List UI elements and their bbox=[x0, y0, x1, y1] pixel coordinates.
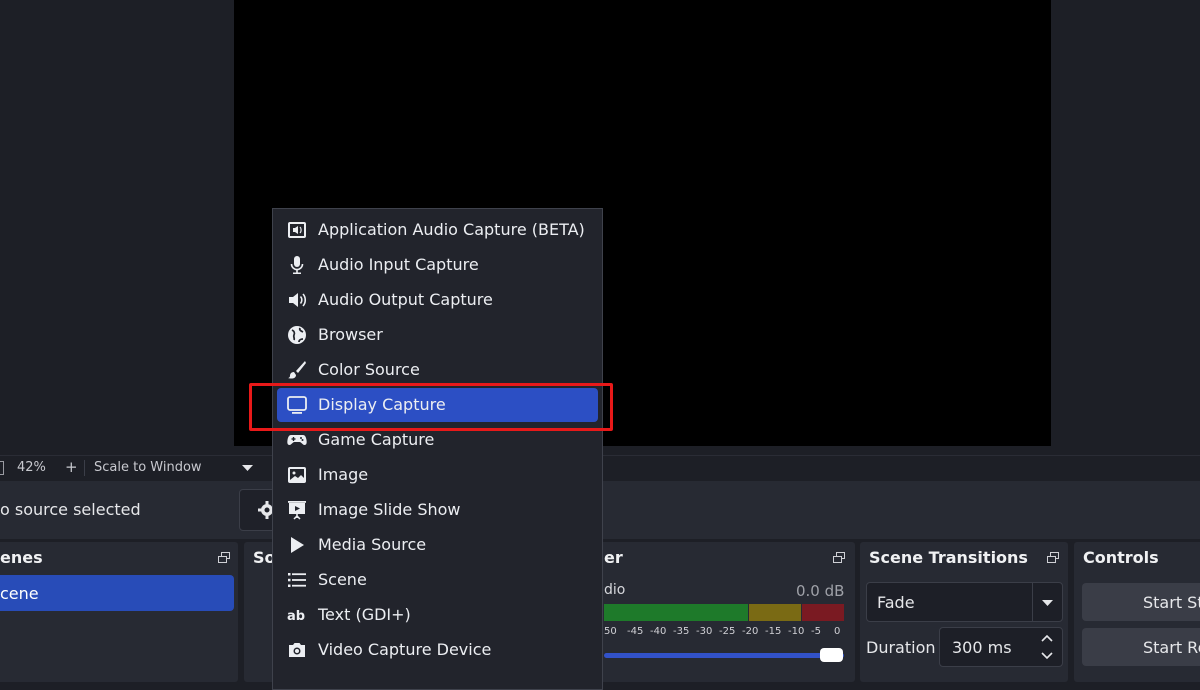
audio-mixer-dock: er dio 0.0 dB 50 -45 -40 -35 -30 -25 -20 -15 -10… bbox=[584, 542, 855, 682]
duration-label: Duration bbox=[866, 638, 936, 657]
gamepad-icon bbox=[287, 435, 307, 445]
scene-list-item[interactable]: cene bbox=[0, 575, 234, 611]
divider bbox=[1032, 583, 1033, 621]
meter-scale-label: -40 bbox=[650, 626, 667, 637]
menu-item-label: Browser bbox=[318, 325, 383, 344]
scenes-dock: enes bbox=[0, 542, 238, 682]
meter-scale-label: 50 bbox=[604, 626, 617, 637]
menu-item-image[interactable]: Image bbox=[277, 458, 598, 492]
slideshow-icon bbox=[288, 501, 306, 520]
meter-scale-label: -15 bbox=[765, 626, 782, 637]
chevron-down-icon[interactable] bbox=[1041, 652, 1053, 660]
meter-scale-label: -5 bbox=[811, 626, 821, 637]
menu-item-label: Text (GDI+) bbox=[318, 605, 411, 624]
list-icon bbox=[288, 573, 306, 587]
controls-title: Controls bbox=[1083, 548, 1159, 567]
no-source-label: o source selected bbox=[0, 500, 141, 519]
volume-slider-handle[interactable] bbox=[820, 648, 843, 662]
play-icon bbox=[291, 537, 304, 553]
duration-value: 300 ms bbox=[952, 638, 1012, 657]
meter-scale-label: -20 bbox=[742, 626, 759, 637]
undock-icon[interactable] bbox=[1047, 552, 1059, 563]
start-recording-button[interactable]: Start Re bbox=[1082, 628, 1200, 666]
menu-item-label: Audio Output Capture bbox=[318, 290, 493, 309]
highlight-box bbox=[249, 383, 613, 431]
svg-text:ab: ab bbox=[287, 609, 305, 624]
menu-item-video-capture-device[interactable]: Video Capture Device bbox=[277, 633, 598, 667]
volume-slider-track[interactable] bbox=[604, 653, 844, 658]
globe-icon bbox=[288, 326, 306, 344]
add-source-menu: Application Audio Capture (BETA) Audio I… bbox=[272, 208, 603, 690]
menu-item-application-audio-capture[interactable]: Application Audio Capture (BETA) bbox=[277, 213, 598, 247]
controls-dock: Controls Start Str Start Re bbox=[1074, 542, 1200, 682]
camera-icon bbox=[289, 643, 305, 657]
menu-item-browser[interactable]: Browser bbox=[277, 318, 598, 352]
menu-item-label: Video Capture Device bbox=[318, 640, 492, 659]
zoom-in-button[interactable]: + bbox=[65, 458, 78, 476]
start-recording-label: Start Re bbox=[1143, 638, 1200, 657]
chevron-up-icon[interactable] bbox=[1041, 634, 1053, 642]
menu-item-text-gdi[interactable]: ab Text (GDI+) bbox=[277, 598, 598, 632]
meter-scale-label: -30 bbox=[696, 626, 713, 637]
audio-mixer-title: er bbox=[604, 548, 623, 567]
undock-icon[interactable] bbox=[833, 552, 845, 563]
scene-item-label: cene bbox=[0, 584, 39, 603]
start-streaming-label: Start Str bbox=[1143, 593, 1200, 612]
menu-item-image-slide-show[interactable]: Image Slide Show bbox=[277, 493, 598, 527]
menu-item-label: Image bbox=[318, 465, 369, 484]
scenes-title: enes bbox=[0, 548, 43, 567]
menu-item-audio-input-capture[interactable]: Audio Input Capture bbox=[277, 248, 598, 282]
meter-scale-label: -35 bbox=[673, 626, 690, 637]
scale-mode-select[interactable]: Scale to Window bbox=[94, 460, 202, 475]
meter-scale-label: -25 bbox=[719, 626, 736, 637]
duration-input[interactable]: 300 ms bbox=[939, 627, 1063, 667]
track-name: dio bbox=[604, 582, 626, 598]
meter-scale: 50 -45 -40 -35 -30 -25 -20 -15 -10 -5 0 bbox=[604, 626, 844, 640]
microphone-icon bbox=[290, 256, 304, 274]
menu-item-label: Scene bbox=[318, 570, 367, 589]
chevron-down-icon bbox=[1042, 600, 1053, 606]
volume-meter bbox=[604, 604, 844, 621]
menu-item-label: Media Source bbox=[318, 535, 427, 554]
meter-scale-label: 0 bbox=[834, 626, 841, 637]
menu-item-label: Image Slide Show bbox=[318, 500, 461, 519]
menu-item-label: Audio Input Capture bbox=[318, 255, 479, 274]
menu-item-label: Game Capture bbox=[318, 430, 435, 449]
scene-transitions-title: Scene Transitions bbox=[869, 548, 1028, 567]
transition-select[interactable]: Fade bbox=[866, 582, 1063, 622]
menu-item-scene[interactable]: Scene bbox=[277, 563, 598, 597]
menu-item-audio-output-capture[interactable]: Audio Output Capture bbox=[277, 283, 598, 317]
zoom-level: 42% bbox=[17, 460, 46, 475]
undock-icon[interactable] bbox=[218, 552, 230, 563]
divider bbox=[84, 460, 85, 476]
speaker-icon bbox=[289, 293, 307, 307]
menu-item-label: Color Source bbox=[318, 360, 420, 379]
menu-item-media-source[interactable]: Media Source bbox=[277, 528, 598, 562]
menu-item-label: Application Audio Capture (BETA) bbox=[318, 220, 585, 239]
chevron-down-icon[interactable] bbox=[241, 464, 254, 472]
scene-transitions-dock: Scene Transitions Fade Duration 300 ms bbox=[860, 542, 1068, 682]
start-streaming-button[interactable]: Start Str bbox=[1082, 583, 1200, 621]
app-audio-icon bbox=[288, 222, 306, 238]
meter-scale-label: -45 bbox=[627, 626, 644, 637]
menu-item-color-source[interactable]: Color Source bbox=[277, 353, 598, 387]
transition-value: Fade bbox=[877, 593, 915, 612]
brush-icon bbox=[288, 361, 306, 379]
image-icon bbox=[288, 467, 306, 483]
meter-scale-label: -10 bbox=[788, 626, 805, 637]
track-level: 0.0 dB bbox=[796, 582, 845, 600]
text-icon: ab bbox=[287, 609, 305, 624]
zoom-box-icon[interactable] bbox=[0, 461, 4, 475]
